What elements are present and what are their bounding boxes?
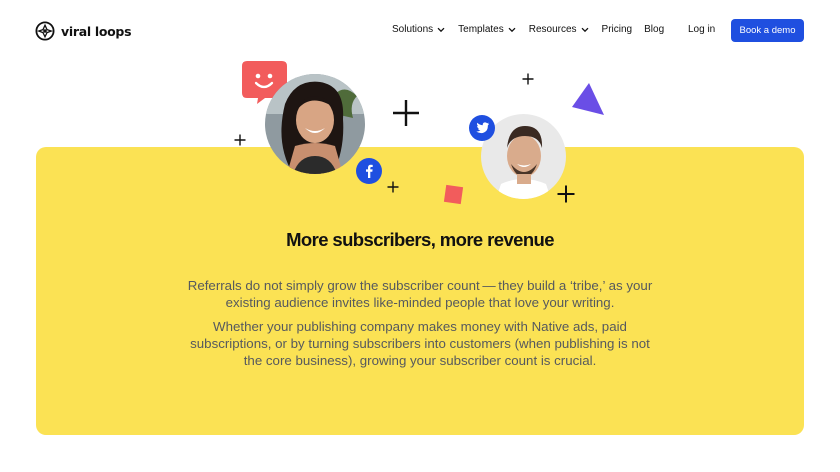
chevron-down-icon	[581, 27, 588, 32]
avatar-woman-photo	[265, 74, 365, 174]
facebook-icon	[356, 158, 382, 184]
viral-loops-logo-icon	[35, 21, 55, 41]
menu-resources[interactable]: Resources	[529, 24, 589, 35]
top-navigation: viral loops Solutions Templates Resource…	[0, 0, 840, 62]
twitter-glyph	[476, 122, 489, 134]
square-shape	[443, 184, 464, 205]
avatar-woman	[265, 74, 365, 174]
menu-pricing[interactable]: Pricing	[602, 24, 633, 35]
main-menu: Solutions Templates Resources Pricing Bl…	[392, 24, 676, 35]
plus-sign-small	[234, 134, 246, 146]
hero-title: More subscribers, more revenue	[286, 229, 554, 250]
twitter-icon	[469, 115, 495, 141]
hero-paragraph-referrals: Referrals do not simply grow the subscri…	[187, 278, 653, 310]
menu-solutions[interactable]: Solutions	[392, 24, 445, 35]
menu-templates-label: Templates	[458, 24, 504, 35]
chevron-down-icon	[508, 27, 516, 32]
plus-sign-small	[387, 181, 399, 193]
menu-blog[interactable]: Blog	[644, 24, 664, 35]
plus-sign-small	[522, 73, 534, 85]
chevron-down-icon	[437, 27, 445, 32]
brand-name: viral loops	[61, 23, 132, 39]
menu-pricing-label: Pricing	[601, 24, 633, 35]
menu-templates[interactable]: Templates	[458, 24, 516, 35]
triangle-shape	[572, 83, 604, 115]
login-link[interactable]: Log in	[688, 24, 715, 35]
menu-solutions-label: Solutions	[392, 24, 434, 35]
facebook-glyph	[366, 164, 373, 178]
menu-resources-label: Resources	[528, 24, 577, 35]
brand-logo[interactable]: viral loops	[35, 21, 132, 41]
hero-paragraph-publishing: Whether your publishing company makes mo…	[190, 319, 650, 368]
plus-sign-large	[393, 100, 419, 126]
menu-blog-label: Blog	[644, 24, 665, 35]
book-demo-button[interactable]: Book a demo	[731, 19, 804, 42]
plus-sign-medium	[557, 185, 575, 203]
